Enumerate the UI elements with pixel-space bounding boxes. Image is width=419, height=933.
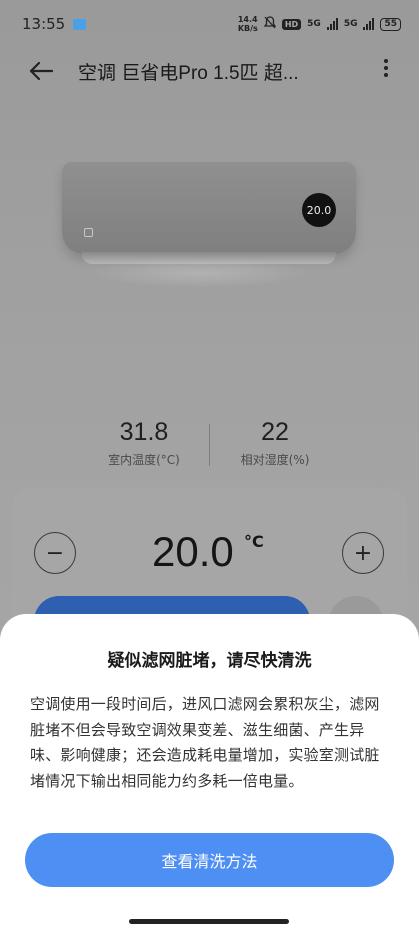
sim1-label: 5G [307, 19, 321, 29]
notification-icon [73, 18, 87, 30]
page-title: 空调 巨省电Pro 1.5匹 超... [78, 62, 299, 84]
ac-display: 20.0 [302, 193, 336, 227]
signal-1-icon [326, 18, 338, 30]
more-vertical-icon [384, 59, 388, 77]
view-cleaning-method-label: 查看清洗方法 [161, 852, 258, 871]
sim2-label: 5G [343, 19, 358, 29]
network-speed: 14.4 KB/s [238, 15, 258, 33]
sheet-title: 疑似滤网脏堵，请尽快清洗 [107, 651, 312, 671]
plus-icon: + [353, 540, 373, 566]
decrease-temp-button[interactable]: − [34, 532, 76, 574]
battery-indicator: 55 [380, 17, 401, 31]
airflow-effect [90, 258, 310, 288]
clock: 13:55 [22, 15, 66, 33]
network-speed-unit: KB/s [237, 24, 258, 33]
hd-badge: HD [281, 18, 302, 30]
sheet-message: 空调使用一段时间后，进风口滤网会累积灰尘，滤网脏堵不但会导致空调效果变差、滋生细… [30, 695, 380, 790]
arrow-left-icon [29, 61, 54, 80]
relative-humidity-label: 相对湿度(%) [240, 453, 310, 467]
network-speed-value: 14.4 [237, 15, 258, 24]
brand-logo-icon [84, 228, 93, 237]
signal-2-icon [363, 18, 375, 30]
more-options-button[interactable] [371, 58, 401, 84]
indoor-temperature-label: 室内温度(°C) [108, 453, 180, 467]
readings-row: 31.8 室内温度(°C) 22 相对湿度(%) [0, 418, 419, 468]
status-bar: 13:55 14.4 KB/s HD 5G 5G 55 [0, 0, 419, 48]
relative-humidity: 22 相对湿度(%) [210, 418, 340, 468]
set-temperature: 20.0 [152, 528, 234, 575]
temperature-unit: °C [244, 532, 264, 551]
top-app-bar: 空调 巨省电Pro 1.5匹 超... [0, 48, 419, 94]
indoor-temperature: 31.8 室内温度(°C) [79, 418, 209, 468]
increase-temp-button[interactable]: + [342, 532, 384, 574]
status-left: 13:55 [22, 15, 87, 33]
home-indicator[interactable] [129, 919, 289, 924]
status-right: 14.4 KB/s HD 5G 5G 55 [238, 15, 401, 33]
filter-warning-sheet: 疑似滤网脏堵，请尽快清洗 空调使用一段时间后，进风口滤网会累积灰尘，滤网脏堵不但… [0, 614, 419, 933]
view-cleaning-method-button[interactable]: 查看清洗方法 [25, 833, 394, 887]
mute-icon [263, 16, 277, 32]
air-conditioner-illustration: 20.0 [62, 162, 356, 270]
indoor-temperature-value: 31.8 [119, 418, 169, 446]
minus-icon: − [45, 540, 65, 566]
back-button[interactable] [28, 55, 78, 88]
relative-humidity-value: 22 [261, 418, 289, 446]
